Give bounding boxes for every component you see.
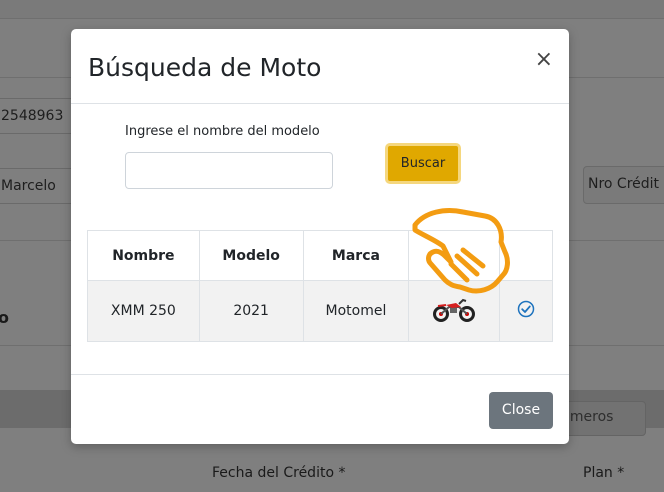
motorcycle-icon [432,296,476,326]
table-row[interactable]: XMM 250 2021 Motomel [87,280,553,342]
column-header-nombre: Nombre [87,230,200,281]
modal-footer: Close [71,374,569,444]
cell-nombre: XMM 250 [87,280,200,342]
bg-phone-field: 2548963 [0,98,76,134]
bg-divider [0,18,664,19]
close-icon[interactable]: × [535,49,553,71]
modal-header: Búsqueda de Moto × [71,29,569,104]
bg-label-fecha: Fecha del Crédito * [212,465,346,481]
bg-credit-number-field: Nro Crédit [583,166,664,204]
check-circle-icon[interactable] [517,300,535,322]
table-header-row: Nombre Modelo Marca [87,230,553,281]
cell-select [499,280,553,342]
bg-section-heading: o [0,308,9,327]
cell-modelo: 2021 [198,280,304,342]
bg-label-plan: Plan * [583,465,625,481]
results-table: Nombre Modelo Marca XMM 250 2021 Motomel [87,230,553,342]
cell-image [408,280,501,342]
column-header-image [408,230,501,281]
model-search-input[interactable] [125,152,333,189]
bg-numbers-field: úmeros [556,401,646,436]
column-header-modelo: Modelo [198,230,304,281]
search-button[interactable]: Buscar [385,143,461,184]
search-moto-modal: Búsqueda de Moto × Ingrese el nombre del… [71,29,569,444]
close-button[interactable]: Close [489,392,553,429]
cell-marca: Motomel [302,280,410,342]
search-label: Ingrese el nombre del modelo [125,124,320,139]
column-header-marca: Marca [302,230,410,281]
bg-top-band [0,0,664,18]
column-header-select [499,230,553,281]
modal-title: Búsqueda de Moto [88,53,322,82]
bg-name-field: Marcelo [0,168,76,204]
